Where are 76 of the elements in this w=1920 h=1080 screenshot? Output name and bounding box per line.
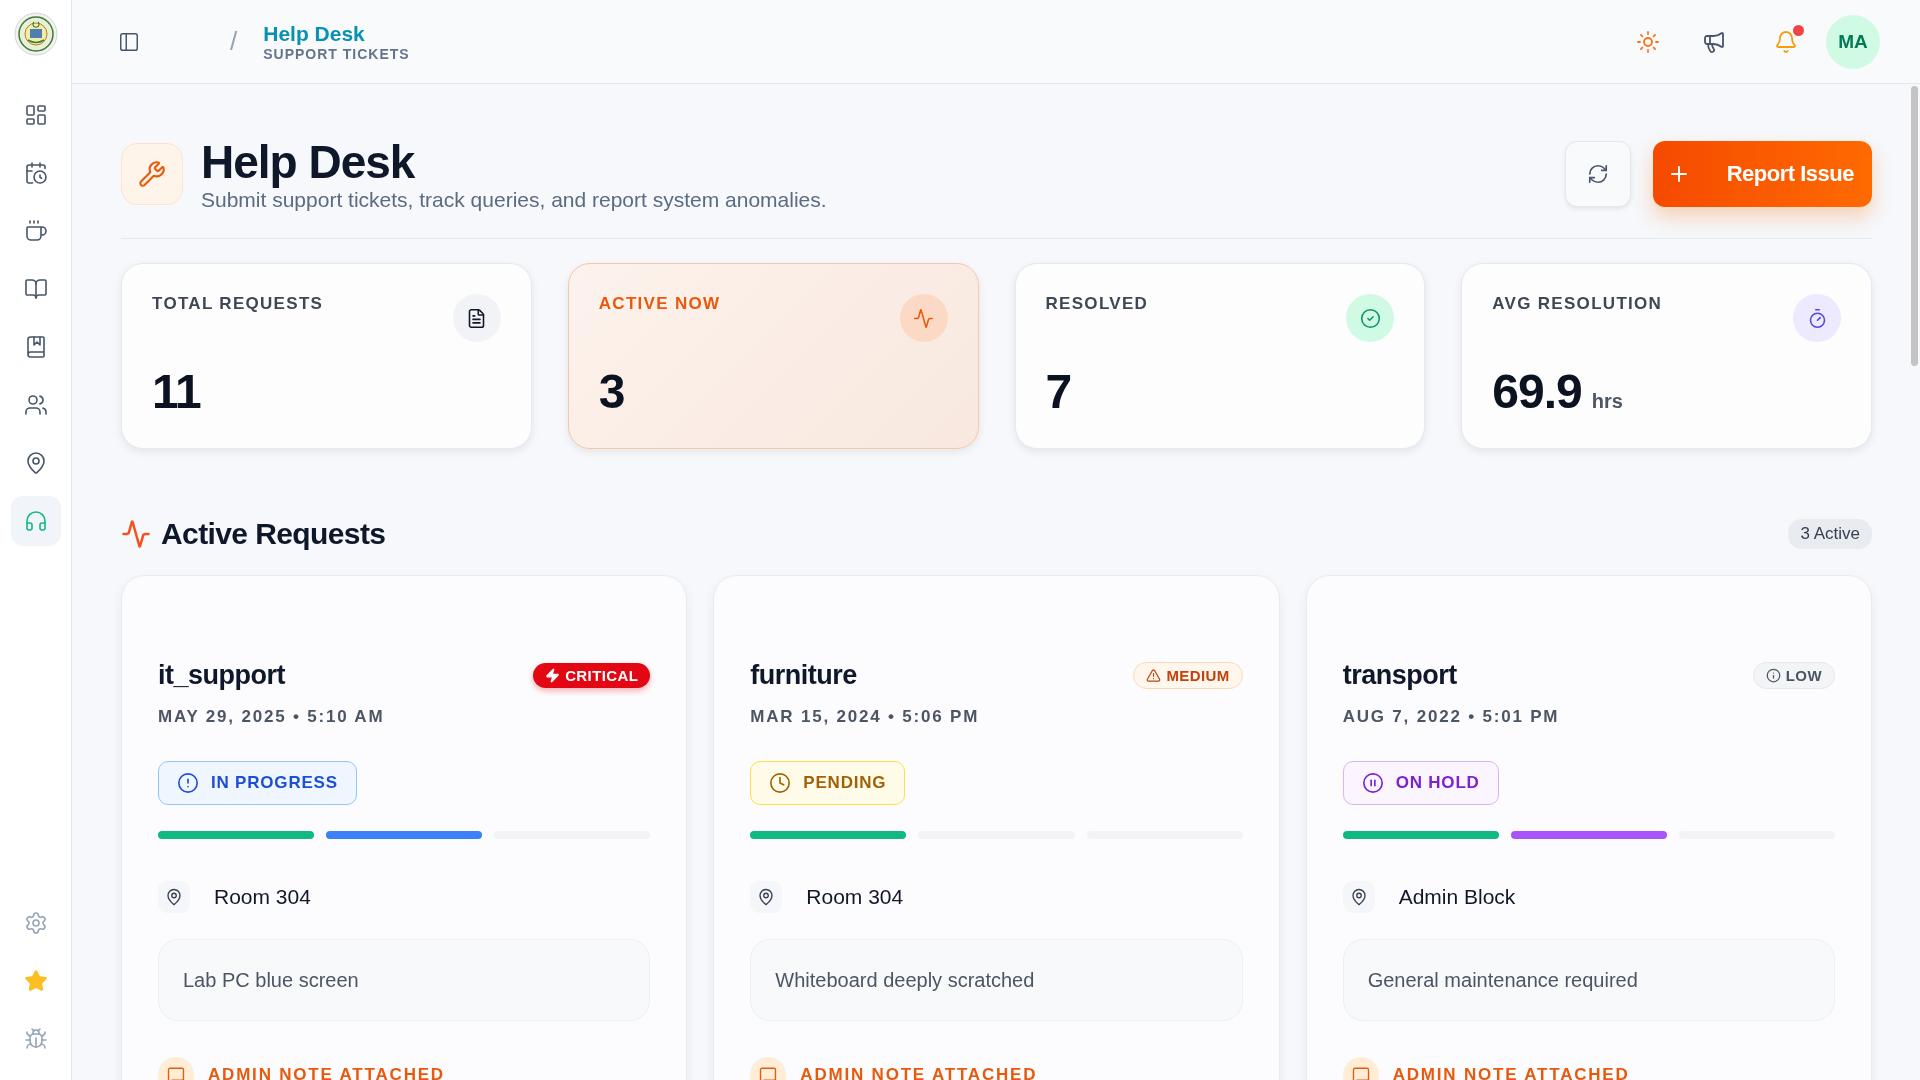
section-title: Active Requests	[161, 517, 386, 551]
stat-label: RESOLVED	[1045, 294, 1149, 314]
user-avatar[interactable]: MA	[1826, 14, 1880, 69]
stat-unit: hrs	[1591, 390, 1623, 413]
map-pin-icon	[158, 881, 190, 913]
ticket-category: it_support	[158, 660, 285, 691]
map-pin-icon	[1342, 881, 1375, 913]
ticket-card[interactable]: transport LOW AUG 7, 2022 • 5:01 PM ON HOLD Admin Block General maintenance required ADMIN NOTE ATTACHED	[1305, 575, 1872, 1080]
page-subtitle: Submit support tickets, track queries, and report system anomalies.	[201, 188, 827, 212]
ticket-date: MAY 29, 2025 • 5:10 AM	[158, 707, 386, 727]
priority-badge: MEDIUM	[1133, 662, 1243, 689]
dashboard-icon	[23, 103, 48, 127]
scrollbar-thumb[interactable]	[1911, 86, 1918, 366]
ticket-category: furniture	[750, 660, 857, 691]
pulse-icon	[899, 294, 948, 342]
refresh-button[interactable]	[1564, 141, 1631, 207]
stat-value: 69.9	[1492, 364, 1582, 419]
ticket-card[interactable]: it_support CRITICAL MAY 29, 2025 • 5:10 AM IN PROGRESS Room 304 Lab PC blue screen ADMIN NOTE ATTACHED	[121, 575, 688, 1080]
ticket-card[interactable]: furniture MEDIUM MAR 15, 2024 • 5:06 PM PENDING Room 304 Whiteboard deeply scratched ADMIN NOTE ATTACHED	[713, 575, 1280, 1080]
ticket-date: AUG 7, 2022 • 5:01 PM	[1342, 707, 1561, 727]
stat-value: 7	[1045, 364, 1072, 419]
ticket-description: General maintenance required	[1342, 939, 1835, 1021]
status-badge: ON HOLD	[1342, 761, 1499, 805]
settings-icon	[23, 911, 48, 935]
ticket-category: transport	[1342, 660, 1457, 691]
users-icon	[23, 393, 48, 417]
stopwatch-icon	[1793, 294, 1841, 342]
map-pin-icon	[750, 881, 783, 913]
theme-toggle-button[interactable]	[1636, 29, 1660, 54]
admin-note-label: ADMIN NOTE ATTACHED	[208, 1065, 445, 1080]
bug-icon	[23, 1027, 48, 1051]
stat-value: 3	[598, 364, 625, 419]
book-icon	[23, 277, 48, 301]
stat-value: 11	[152, 364, 201, 419]
ticket-date: MAR 15, 2024 • 5:06 PM	[750, 707, 981, 727]
ticket-description: Lab PC blue screen	[158, 939, 651, 1021]
stat-label: AVG RESOLUTION	[1492, 294, 1663, 314]
info-icon	[1765, 668, 1781, 683]
megaphone-icon	[1702, 29, 1726, 54]
sidebar-toggle-button[interactable]	[118, 30, 140, 53]
wrench-icon	[138, 160, 166, 188]
priority-badge: LOW	[1752, 662, 1835, 689]
announcements-button[interactable]	[1702, 29, 1726, 54]
breadcrumb-separator: /	[230, 26, 238, 57]
warning-icon	[1146, 668, 1162, 683]
sidebar-panel-icon	[118, 30, 140, 53]
breadcrumb-subtitle: SUPPORT TICKETS	[263, 45, 410, 62]
admin-note-label: ADMIN NOTE ATTACHED	[1392, 1065, 1630, 1080]
stat-label: ACTIVE NOW	[598, 294, 721, 314]
calendar-icon	[23, 161, 48, 185]
status-badge: PENDING	[750, 761, 906, 805]
sun-icon	[1636, 29, 1660, 54]
stat-label: TOTAL REQUESTS	[152, 294, 324, 314]
ticket-location: Admin Block	[1398, 885, 1516, 909]
alert-circle-icon	[177, 772, 199, 794]
ticket-description: Whiteboard deeply scratched	[750, 939, 1243, 1021]
headphones-icon	[23, 509, 48, 533]
lightning-icon	[545, 668, 561, 683]
pause-icon	[1361, 772, 1384, 794]
ticket-location: Room 304	[806, 885, 904, 909]
pulse-icon	[121, 519, 151, 549]
ticket-location: Room 304	[214, 885, 311, 909]
bell-icon	[1774, 29, 1798, 54]
logo-icon	[13, 12, 58, 56]
page-title: Help Desk	[201, 136, 416, 188]
priority-badge: CRITICAL	[533, 663, 651, 688]
document-icon	[452, 294, 501, 342]
star-icon	[23, 969, 48, 993]
count-badge: 3 Active	[1788, 519, 1872, 549]
status-badge: IN PROGRESS	[158, 761, 357, 805]
breadcrumb-title: Help Desk	[263, 21, 366, 46]
admin-note-label: ADMIN NOTE ATTACHED	[800, 1065, 1038, 1080]
coffee-cup-icon	[23, 219, 48, 243]
check-circle-icon	[1346, 294, 1395, 342]
refresh-icon	[1586, 163, 1609, 185]
clock-icon	[769, 772, 792, 794]
